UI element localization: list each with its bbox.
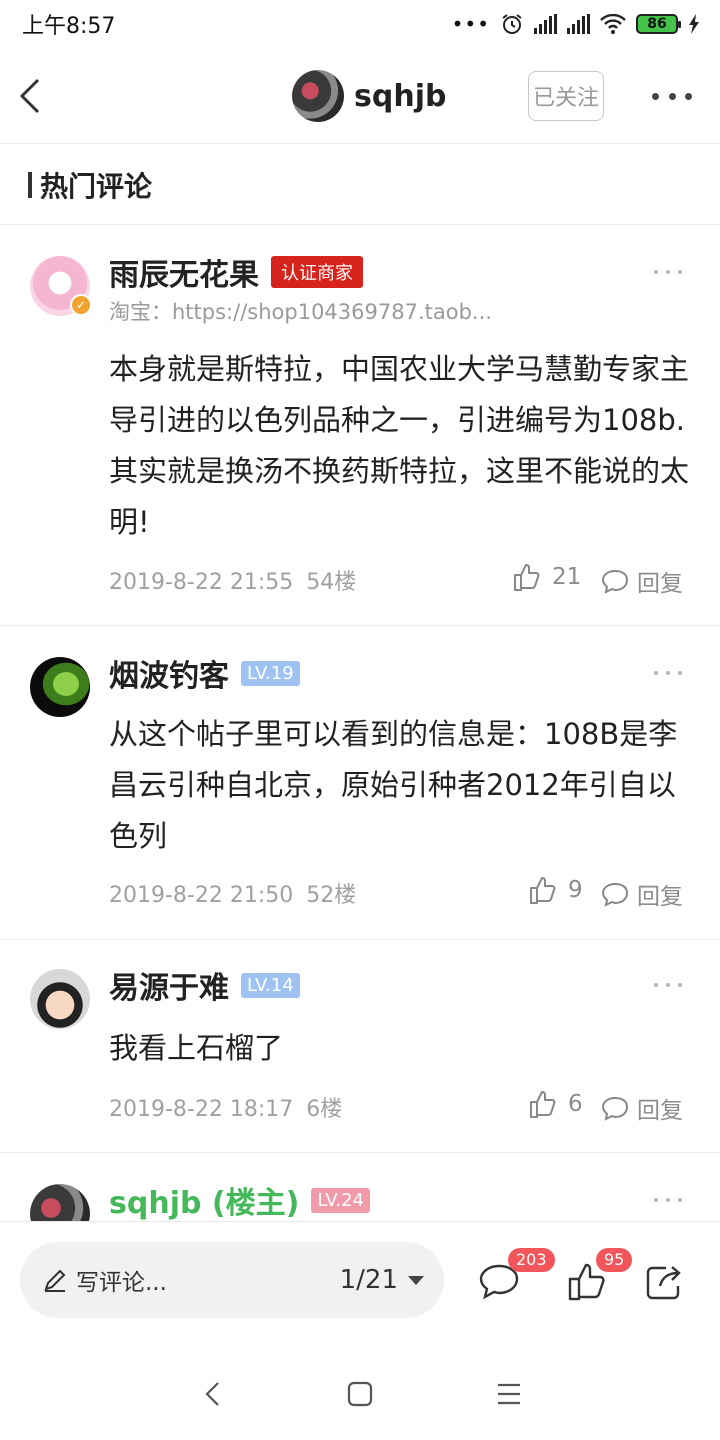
comment-date: 2019-8-22 18:17 xyxy=(109,1097,294,1122)
comment-item: sqhjb (楼主) LV.24 xyxy=(0,1154,720,1221)
wifi-icon xyxy=(600,14,626,34)
level-badge: LV.19 xyxy=(241,660,300,686)
like-count: 6 xyxy=(568,1091,583,1117)
comment-header: 雨辰无花果 认证商家 xyxy=(109,250,363,294)
comment-count-badge: 203 xyxy=(508,1248,555,1272)
avatar[interactable] xyxy=(30,1184,90,1221)
reply-label: 回复 xyxy=(637,884,683,910)
status-time: 上午8:57 xyxy=(22,14,116,39)
pencil-icon xyxy=(44,1269,66,1292)
shop-link[interactable]: 淘宝：https://shop104369787.taob... xyxy=(109,296,492,326)
comment-bubble-icon xyxy=(601,1096,629,1121)
section-bar xyxy=(28,171,32,198)
back-icon[interactable] xyxy=(14,72,54,120)
like-count-badge: 95 xyxy=(596,1248,633,1272)
comment-meta: 2019-8-22 21:50 52楼 xyxy=(109,877,356,909)
battery-icon: 86 xyxy=(636,14,681,34)
page-title: sqhjb xyxy=(354,78,447,114)
comment-meta: 2019-8-22 18:17 6楼 xyxy=(109,1091,342,1123)
level-badge: LV.24 xyxy=(311,1187,370,1213)
comment-item: 易源于难 LV.14 我看上石榴了 2019-8-22 18:17 6楼 6 回… xyxy=(0,941,720,1153)
like-button[interactable]: 9 xyxy=(528,875,583,905)
nav-menu-icon[interactable] xyxy=(495,1380,523,1408)
charging-icon xyxy=(689,14,699,34)
page-selector[interactable]: 1/21 xyxy=(340,1265,424,1295)
comment-more-icon[interactable] xyxy=(654,981,682,989)
more-dots-icon: ••• xyxy=(451,12,490,36)
verified-icon: ✓ xyxy=(70,294,92,316)
more-options-icon[interactable] xyxy=(652,78,692,114)
merchant-badge: 认证商家 xyxy=(271,256,363,288)
comment-author[interactable]: sqhjb (楼主) xyxy=(109,1178,299,1221)
comment-bubble-icon xyxy=(601,569,629,594)
comment-header: 易源于难 LV.14 xyxy=(109,963,300,1007)
comment-author[interactable]: 烟波钓客 xyxy=(109,651,229,695)
like-button[interactable]: 21 xyxy=(512,562,581,592)
comment-author[interactable]: 雨辰无花果 xyxy=(109,250,259,294)
avatar[interactable] xyxy=(30,969,90,1029)
nav-back-icon[interactable] xyxy=(199,1380,227,1408)
comment-header: sqhjb (楼主) LV.24 xyxy=(109,1178,370,1221)
reply-button[interactable]: 回复 xyxy=(601,564,683,598)
comment-text: 从这个帖子里可以看到的信息是：108B是李昌云引种自北京，原始引种者2012年引… xyxy=(109,717,678,853)
bottom-toolbar: 写评论... 1/21 203 95 xyxy=(0,1221,720,1345)
comment-bubble-icon xyxy=(601,882,629,907)
comment-floor: 6楼 xyxy=(306,1097,343,1122)
comment-more-icon[interactable] xyxy=(654,268,682,276)
reply-button[interactable]: 回复 xyxy=(601,877,683,911)
status-bar: 上午8:57 ••• 86 xyxy=(0,0,720,48)
avatar[interactable] xyxy=(292,70,344,122)
comment-author[interactable]: 易源于难 xyxy=(109,963,229,1007)
status-icons: ••• 86 xyxy=(452,12,700,36)
avatar[interactable] xyxy=(30,657,90,717)
alarm-icon xyxy=(502,14,522,34)
reply-label: 回复 xyxy=(637,1098,683,1124)
page-indicator: 1/21 xyxy=(339,1265,398,1295)
like-post-button[interactable]: 95 xyxy=(566,1248,633,1302)
caret-down-icon xyxy=(408,1275,424,1285)
comment-text: 我看上石榴了 xyxy=(109,1031,284,1065)
comment-more-icon[interactable] xyxy=(654,669,682,677)
comments-button[interactable]: 203 xyxy=(478,1248,555,1302)
section-title: 热门评论 xyxy=(0,145,720,225)
reply-label: 回复 xyxy=(637,571,683,597)
like-count: 9 xyxy=(568,877,583,903)
like-count: 21 xyxy=(552,564,582,590)
signal-icon-2 xyxy=(567,14,590,34)
comment-date: 2019-8-22 21:50 xyxy=(109,883,294,908)
signal-icon-1 xyxy=(534,14,557,34)
comment-more-icon[interactable] xyxy=(654,1196,682,1204)
header: sqhjb 已关注 xyxy=(0,48,720,144)
share-button[interactable] xyxy=(644,1262,688,1302)
thumbs-up-icon xyxy=(530,877,556,904)
share-icon xyxy=(646,1266,681,1300)
comment-item: 烟波钓客 LV.19 从这个帖子里可以看到的信息是：108B是李昌云引种自北京，… xyxy=(0,627,720,940)
level-badge: LV.14 xyxy=(241,972,300,998)
follow-button[interactable]: 已关注 xyxy=(528,71,604,121)
comment-header: 烟波钓客 LV.19 xyxy=(109,651,300,695)
comment-text: 本身就是斯特拉，中国农业大学马慧勤专家主导引进的以色列品种之一，引进编号为108… xyxy=(109,352,690,539)
comment-item: ✓ 雨辰无花果 认证商家 淘宝：https://shop104369787.ta… xyxy=(0,226,720,626)
avatar[interactable]: ✓ xyxy=(30,256,92,316)
comment-date: 2019-8-22 21:55 xyxy=(109,570,294,595)
comment-placeholder: 写评论... xyxy=(76,1270,167,1296)
like-button[interactable]: 6 xyxy=(528,1089,583,1119)
comment-floor: 54楼 xyxy=(306,570,357,595)
comment-input[interactable]: 写评论... 1/21 xyxy=(20,1242,444,1318)
thumbs-up-icon xyxy=(514,564,540,591)
reply-button[interactable]: 回复 xyxy=(601,1091,683,1125)
comment-meta: 2019-8-22 21:55 54楼 xyxy=(109,564,356,596)
thumbs-up-icon xyxy=(530,1091,556,1118)
nav-home-icon[interactable] xyxy=(346,1380,374,1408)
section-title-text: 热门评论 xyxy=(40,169,153,203)
comment-floor: 52楼 xyxy=(306,883,357,908)
system-nav-bar xyxy=(0,1345,720,1440)
header-user[interactable]: sqhjb xyxy=(292,70,446,122)
